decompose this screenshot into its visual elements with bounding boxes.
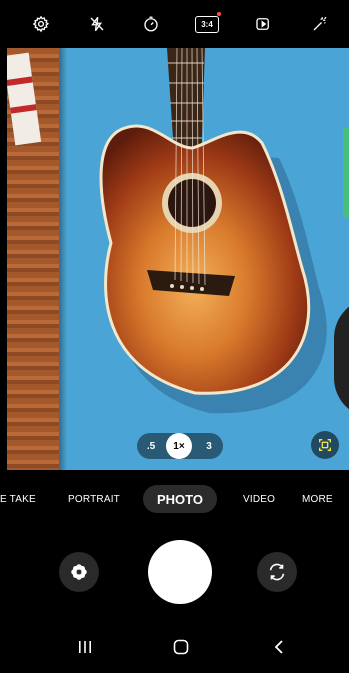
mode-video[interactable]: VIDEO — [243, 494, 275, 505]
back-icon — [274, 640, 283, 654]
aspect-ratio-label: 3:4 — [195, 15, 219, 33]
effects-button[interactable] — [59, 552, 99, 592]
zoom-selector: .5 1× 3 — [137, 433, 223, 459]
scene-optimizer-icon — [319, 439, 331, 451]
camera-viewfinder[interactable] — [7, 48, 349, 470]
zoom-option-1x[interactable]: 1× — [166, 433, 192, 459]
mode-photo[interactable]: PHOTO — [143, 485, 217, 513]
filter-effects-icon[interactable] — [306, 10, 334, 38]
capture-controls — [0, 530, 349, 620]
effects-flower-icon — [71, 564, 87, 580]
motion-photo-icon[interactable] — [249, 10, 277, 38]
system-navigation-bar — [0, 620, 349, 673]
shutter-button[interactable] — [148, 540, 212, 604]
flash-off-icon[interactable] — [83, 10, 111, 38]
mode-single-take[interactable]: E TAKE — [0, 494, 36, 505]
zoom-option-3x[interactable]: 3 — [199, 433, 219, 459]
recent-apps-button[interactable] — [70, 634, 100, 660]
mode-more[interactable]: MORE — [302, 494, 333, 505]
new-indicator-dot — [217, 12, 221, 16]
timer-icon[interactable] — [137, 10, 165, 38]
guitar-image — [99, 48, 327, 414]
switch-camera-button[interactable] — [257, 552, 297, 592]
mode-portrait[interactable]: PORTRAIT — [68, 494, 120, 505]
camera-top-bar: 3:4 — [0, 0, 349, 48]
scene-optimizer-button[interactable] — [311, 431, 339, 459]
switch-camera-icon — [269, 563, 285, 581]
home-icon — [173, 639, 189, 655]
zoom-option-0-5[interactable]: .5 — [141, 433, 161, 459]
camera-mode-bar: E TAKE PORTRAIT PHOTO VIDEO MORE — [0, 470, 349, 530]
aspect-ratio-icon[interactable]: 3:4 — [193, 10, 221, 38]
settings-icon[interactable] — [27, 10, 55, 38]
back-button[interactable] — [264, 634, 294, 660]
recent-apps-icon — [79, 641, 91, 653]
home-button[interactable] — [166, 634, 196, 660]
